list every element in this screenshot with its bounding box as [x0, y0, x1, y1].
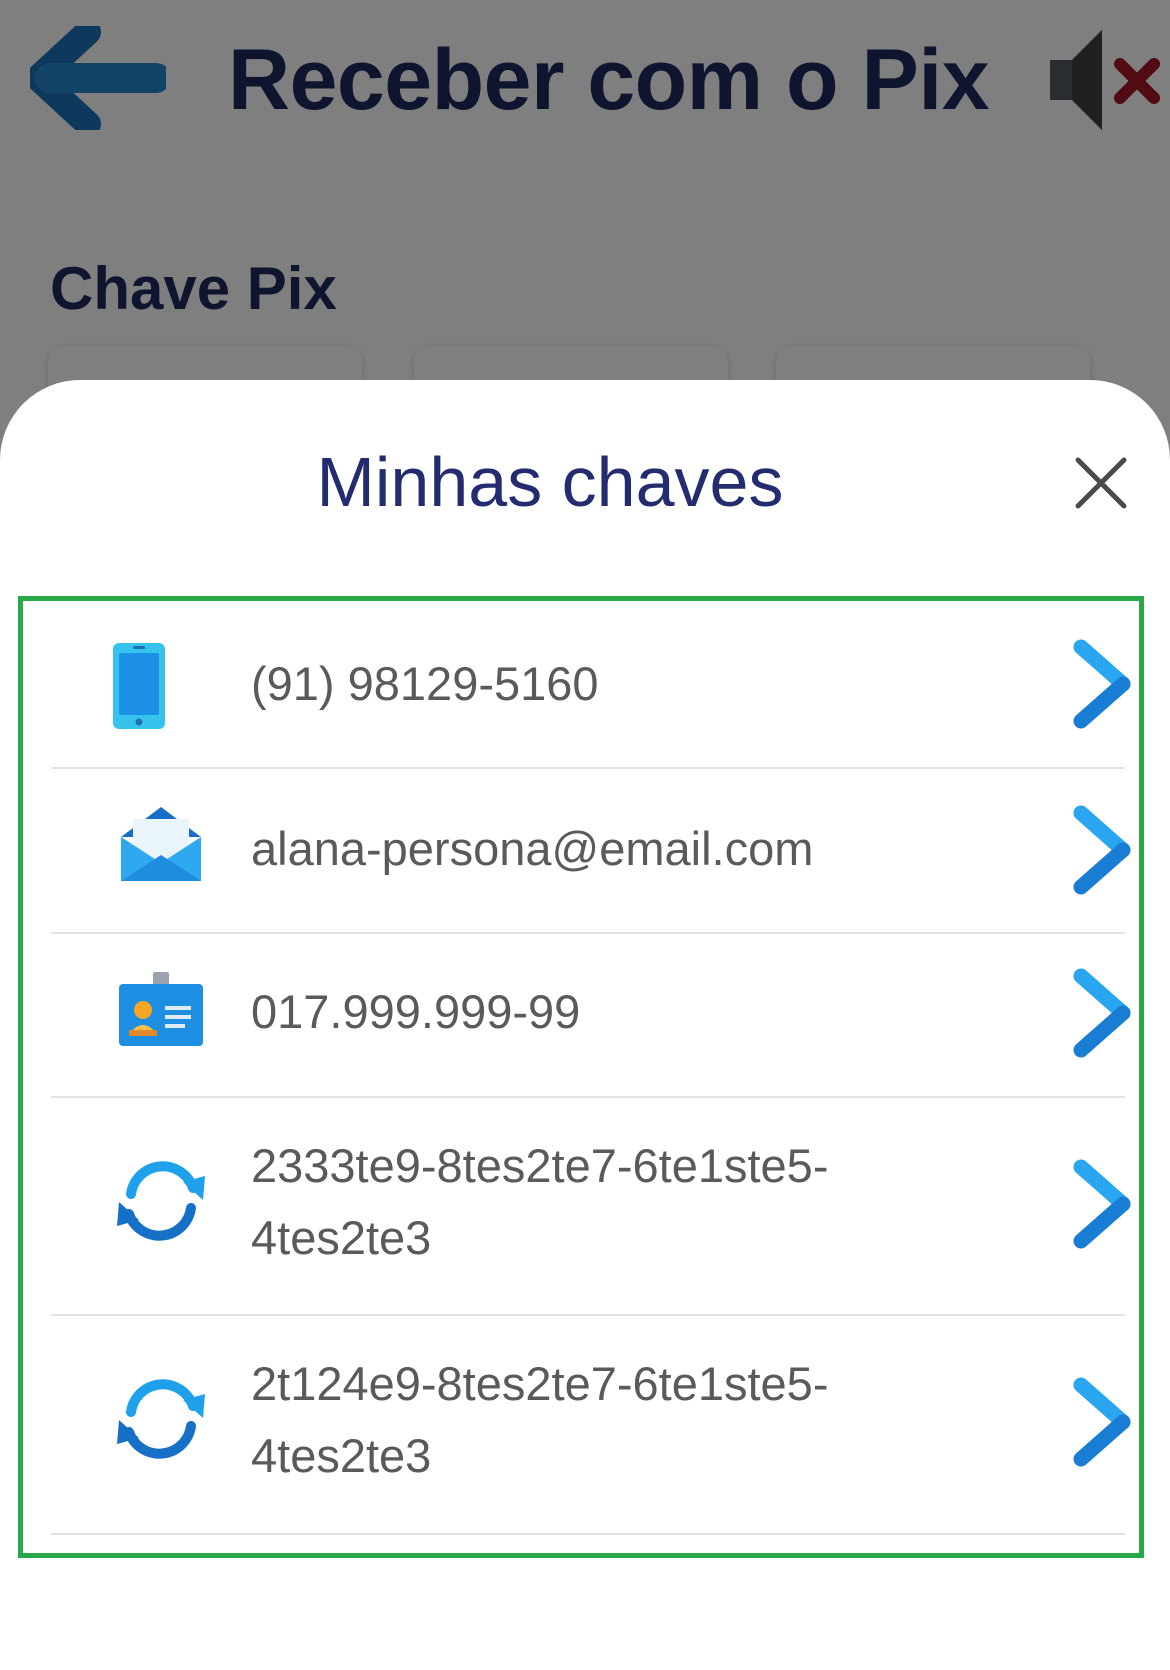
key-value: 2t124e9-8tes2te7-6te1ste5- 4tes2te3: [251, 1357, 829, 1482]
key-value: 017.999.999-99: [251, 985, 581, 1038]
keys-list: (91) 98129-5160 alana-persona@email.com: [18, 596, 1144, 1558]
my-keys-sheet: Minhas chaves (91) 98129-5160 alana-pers…: [0, 380, 1170, 1670]
id-card-icon: [119, 972, 203, 1046]
list-item-phone-key[interactable]: (91) 98129-5160: [51, 601, 1131, 769]
list-item-random-key[interactable]: 2333te9-8tes2te7-6te1ste5- 4tes2te3: [51, 1096, 1131, 1316]
smartphone-icon: [113, 643, 165, 729]
envelope-icon: [121, 807, 201, 881]
key-value: alana-persona@email.com: [251, 822, 814, 875]
chevron-right-icon: [1073, 968, 1131, 1058]
chevron-right-icon: [1073, 639, 1131, 729]
chevron-right-icon: [1073, 805, 1131, 895]
list-item-random-key[interactable]: 2t124e9-8tes2te7-6te1ste5- 4tes2te3: [51, 1314, 1131, 1535]
sync-icon: [117, 1161, 205, 1241]
sync-icon: [117, 1379, 205, 1459]
close-icon[interactable]: [1068, 450, 1134, 516]
sheet-title: Minhas chaves: [316, 443, 784, 521]
list-item-cpf-key[interactable]: 017.999.999-99: [51, 932, 1131, 1098]
list-item-email-key[interactable]: alana-persona@email.com: [51, 767, 1131, 934]
chevron-right-icon: [1073, 1159, 1131, 1249]
key-value: 2333te9-8tes2te7-6te1ste5- 4tes2te3: [251, 1139, 829, 1264]
chevron-right-icon: [1073, 1377, 1131, 1467]
key-value: (91) 98129-5160: [251, 657, 599, 710]
